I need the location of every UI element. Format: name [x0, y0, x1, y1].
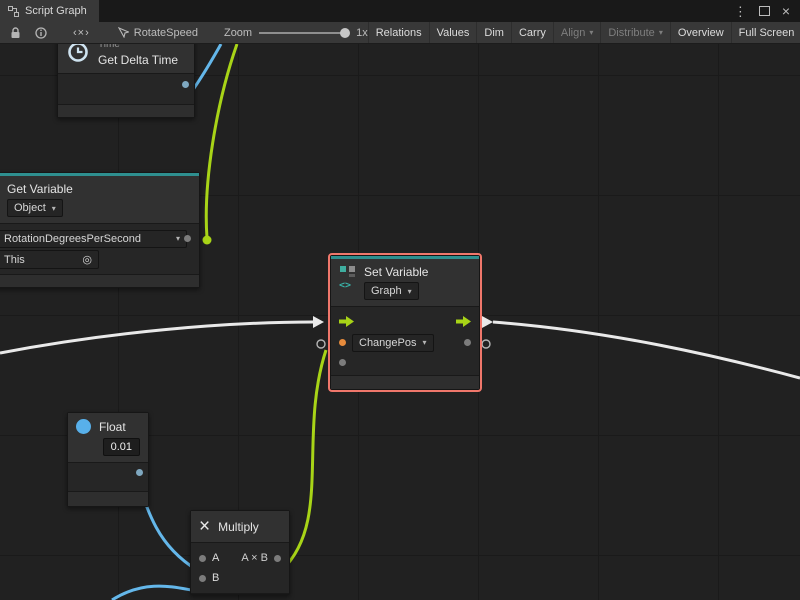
- control-input-port[interactable]: [339, 316, 354, 327]
- port-float-output[interactable]: [136, 469, 143, 476]
- zoom-value: 1x: [356, 27, 368, 39]
- node-get-delta-time[interactable]: Time Get Delta Time: [57, 44, 195, 118]
- node-title: Get Delta Time: [98, 53, 178, 67]
- port-result-label: A × B: [241, 552, 268, 564]
- variable-target-field[interactable]: This ◎: [0, 250, 99, 269]
- graph-icon: [8, 6, 19, 17]
- tab-label: Script Graph: [25, 5, 87, 17]
- node-title: Multiply: [218, 520, 259, 534]
- maximize-icon[interactable]: [759, 6, 770, 16]
- graph-name: RotateSpeed: [134, 27, 198, 39]
- variable-name-dropdown[interactable]: RotationDegreesPerSecond ▾: [0, 230, 187, 248]
- dim-button[interactable]: Dim: [476, 22, 511, 43]
- port-result-output[interactable]: [274, 555, 281, 562]
- port-value-output-open[interactable]: [482, 340, 490, 348]
- graph-toolbar: ‹×› RotateSpeed Zoom 1x Relations Values…: [0, 22, 800, 44]
- float-value-field[interactable]: 0.01: [103, 438, 140, 456]
- node-multiply[interactable]: × Multiply A A × B B: [190, 510, 290, 595]
- node-title: Float: [99, 420, 126, 434]
- port-value-input[interactable]: [339, 339, 346, 346]
- wire-blue-to-b: [112, 586, 198, 600]
- zoom-slider-handle[interactable]: [340, 28, 350, 38]
- code-view-icon[interactable]: ‹×›: [73, 27, 90, 39]
- port-rotation-output[interactable]: [203, 236, 212, 245]
- variable-scope-dropdown[interactable]: Graph ▾: [364, 282, 419, 300]
- target-icon: ◎: [82, 253, 92, 266]
- clock-icon: [66, 44, 90, 63]
- relations-button[interactable]: Relations: [368, 22, 429, 43]
- control-output-arrow[interactable]: [482, 316, 493, 328]
- wire-control-out: [493, 322, 800, 378]
- control-output-port[interactable]: [456, 316, 471, 327]
- multiply-icon: ×: [199, 517, 210, 536]
- port-delta-time-output[interactable]: [182, 81, 189, 88]
- window-controls: ⋮ ×: [734, 0, 800, 22]
- wire-green-rotation: [206, 44, 237, 238]
- toolbar-buttons: Relations Values Dim Carry Align▾ Distri…: [368, 22, 800, 43]
- node-float[interactable]: Float 0.01: [67, 412, 149, 507]
- port-a-label: A: [212, 552, 219, 564]
- wire-control-in: [0, 322, 313, 353]
- align-button[interactable]: Align▾: [553, 22, 600, 43]
- node-set-variable[interactable]: <> Set Variable Graph ▾: [330, 255, 480, 390]
- control-input-arrow[interactable]: [313, 316, 324, 328]
- node-title: Set Variable: [364, 265, 428, 279]
- code-brackets-icon: <>: [339, 280, 351, 291]
- port-value-output[interactable]: [464, 339, 471, 346]
- node-category-label: Time: [98, 44, 120, 50]
- zoom-label: Zoom: [224, 27, 252, 39]
- node-get-variable[interactable]: Get Variable Object ▾ RotationDegreesPer…: [0, 172, 200, 288]
- chevron-down-icon: ▾: [659, 28, 663, 37]
- chevron-down-icon: ▾: [423, 338, 427, 347]
- fullscreen-button[interactable]: Full Screen: [731, 22, 800, 43]
- variable-name-dropdown[interactable]: ChangePos ▾: [352, 334, 434, 352]
- close-icon[interactable]: ×: [782, 4, 790, 18]
- overview-button[interactable]: Overview: [670, 22, 731, 43]
- port-b-input[interactable]: [199, 575, 206, 582]
- lock-icon[interactable]: [10, 27, 21, 39]
- graph-canvas[interactable]: Time Get Delta Time Get Variable Object …: [0, 44, 800, 600]
- port-value-input-open[interactable]: [317, 340, 325, 348]
- values-button[interactable]: Values: [429, 22, 477, 43]
- port-b-label: B: [212, 572, 219, 584]
- info-icon[interactable]: [35, 27, 47, 39]
- node-title: Get Variable: [7, 182, 73, 196]
- port-a-input[interactable]: [199, 555, 206, 562]
- chevron-down-icon: ▾: [589, 28, 593, 37]
- zoom-control: Zoom 1x: [224, 27, 368, 39]
- zoom-slider[interactable]: [259, 32, 349, 34]
- carry-button[interactable]: Carry: [511, 22, 553, 43]
- distribute-button[interactable]: Distribute▾: [600, 22, 669, 43]
- graph-reference[interactable]: RotateSpeed: [118, 27, 198, 39]
- chevron-down-icon: ▾: [52, 204, 56, 213]
- port-fallback-input[interactable]: [339, 359, 346, 366]
- kebab-menu-icon[interactable]: ⋮: [734, 5, 747, 18]
- chevron-down-icon: ▾: [176, 234, 180, 243]
- tab-script-graph[interactable]: Script Graph: [0, 0, 99, 22]
- set-variable-icon: [339, 265, 356, 278]
- script-graph-icon: [118, 27, 129, 38]
- tab-bar: Script Graph ⋮ ×: [0, 0, 800, 22]
- chevron-down-icon: ▾: [408, 287, 412, 296]
- variable-scope-dropdown[interactable]: Object ▾: [7, 199, 63, 217]
- float-type-icon: [76, 419, 91, 434]
- port-variable-value-output[interactable]: [184, 235, 191, 242]
